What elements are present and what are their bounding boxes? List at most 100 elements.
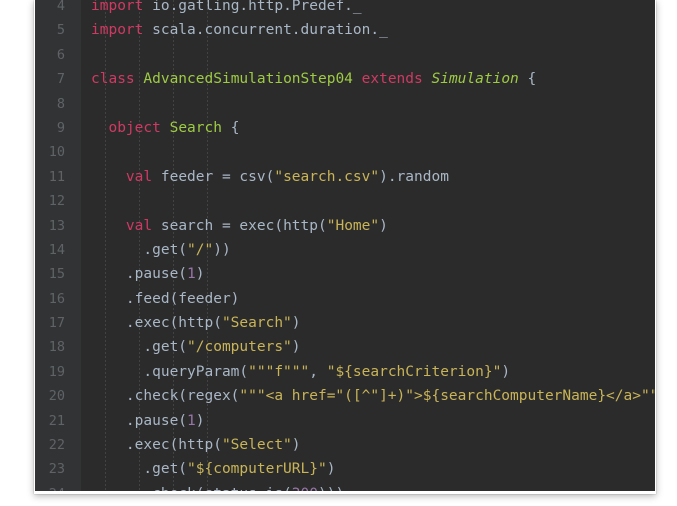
- code-line-text[interactable]: .pause(1): [91, 262, 205, 286]
- code-token-str: """<a href="([^"]+)">${searchComputerNam…: [239, 388, 655, 405]
- line-number[interactable]: 18: [35, 335, 73, 360]
- code-token-num: 1: [187, 266, 196, 283]
- code-token-pln: feeder = csv(: [152, 168, 275, 185]
- code-line[interactable]: 24 .check(status.is(200))): [35, 481, 655, 491]
- code-line[interactable]: 13 val search = exec(http("Home"): [35, 213, 655, 238]
- code-token-k: extends: [361, 71, 423, 88]
- code-line-text[interactable]: .exec(http("Search"): [91, 311, 301, 335]
- code-token-pln: .get(: [91, 339, 188, 356]
- line-number[interactable]: 15: [35, 262, 73, 287]
- line-number[interactable]: 16: [35, 286, 73, 312]
- code-line[interactable]: 20 .check(regex("""<a href="([^"]+)">${s…: [35, 384, 655, 409]
- code-line-text[interactable]: .check(status.is(200))): [91, 482, 344, 491]
- code-line[interactable]: 22 .exec(http("Select"): [35, 433, 655, 458]
- code-token-str: """f""": [248, 363, 310, 380]
- code-token-pln: )): [213, 241, 231, 258]
- code-line[interactable]: 14 .get("/")): [35, 237, 655, 263]
- code-line[interactable]: 11 val feeder = csv("search.csv").random: [35, 164, 655, 190]
- code-line-text[interactable]: .pause(1): [91, 409, 205, 433]
- code-token-k: val: [125, 168, 153, 185]
- code-token-str: "Search": [221, 315, 292, 332]
- code-lines-container: 4 import io.gatling.http.Predef._ 5 import …: [35, 0, 655, 491]
- code-token-k: import: [91, 22, 144, 39]
- code-token-k: class: [91, 71, 135, 88]
- line-number[interactable]: 14: [35, 237, 73, 263]
- code-token-num: 200: [292, 486, 318, 491]
- line-number[interactable]: 12: [35, 189, 73, 214]
- code-token-num: 1: [187, 412, 196, 429]
- line-number[interactable]: 11: [35, 164, 73, 190]
- code-line-text[interactable]: class AdvancedSimulationStep04 extends S…: [91, 67, 536, 91]
- code-line-text[interactable]: val search = exec(http("Home"): [91, 214, 388, 238]
- code-token-cls: Search: [169, 119, 222, 136]
- code-line-text[interactable]: import scala.concurrent.duration._: [91, 18, 388, 42]
- code-line[interactable]: 23 .get("${computerURL}"): [35, 457, 655, 482]
- code-token-pln: ): [379, 217, 388, 234]
- code-line-text[interactable]: val feeder = csv("search.csv").random: [91, 165, 449, 189]
- line-number[interactable]: 9: [35, 115, 73, 141]
- code-line[interactable]: 19 .queryParam("""f""", "${searchCriteri…: [35, 359, 655, 385]
- code-token-pln: ): [195, 266, 205, 283]
- code-token-pln: {: [221, 119, 240, 136]
- code-line-text[interactable]: .exec(http("Select"): [91, 433, 301, 457]
- line-number[interactable]: 6: [35, 42, 73, 68]
- line-number[interactable]: 17: [35, 311, 73, 336]
- code-token-pln: .pause(: [91, 412, 188, 429]
- code-token-pln: io.gatling.http.Predef._: [143, 0, 362, 14]
- code-line-text[interactable]: .feed(feeder): [91, 287, 240, 311]
- code-line[interactable]: 21 .pause(1): [35, 408, 655, 434]
- code-token-pln: ): [326, 461, 336, 478]
- code-token-pln: ): [501, 363, 511, 380]
- code-line[interactable]: 9 object Search {: [35, 115, 655, 141]
- code-line[interactable]: 17 .exec(http("Search"): [35, 311, 655, 336]
- code-token-str: "/": [187, 241, 214, 258]
- code-token-pln: ,: [309, 363, 327, 380]
- code-token-str: "search.csv": [274, 168, 380, 185]
- line-number[interactable]: 4: [35, 0, 73, 19]
- code-token-pln: ): [291, 315, 301, 332]
- code-line-text[interactable]: .get("/")): [91, 238, 231, 262]
- line-number[interactable]: 8: [35, 91, 73, 116]
- code-line[interactable]: 4 import io.gatling.http.Predef._: [35, 0, 655, 19]
- code-line-text[interactable]: object Search {: [91, 116, 239, 140]
- line-number[interactable]: 24: [35, 481, 73, 491]
- page-background: 4 import io.gatling.http.Predef._ 5 import …: [0, 0, 677, 506]
- code-token-pln: [353, 71, 362, 87]
- code-line[interactable]: 6: [35, 42, 655, 68]
- code-token-k: import: [91, 0, 144, 14]
- line-number[interactable]: 23: [35, 457, 73, 482]
- line-number[interactable]: 10: [35, 140, 73, 165]
- line-number[interactable]: 21: [35, 408, 73, 434]
- code-token-pln: .exec(http(: [91, 437, 222, 454]
- line-number[interactable]: 19: [35, 359, 73, 385]
- code-token-pln: .pause(: [91, 266, 188, 283]
- line-number[interactable]: 22: [35, 433, 73, 458]
- code-editor-panel[interactable]: 4 import io.gatling.http.Predef._ 5 import …: [35, 0, 655, 491]
- code-line[interactable]: 12: [35, 189, 655, 214]
- code-token-k: val: [125, 217, 153, 234]
- code-token-pln: ): [291, 339, 301, 356]
- line-number[interactable]: 13: [35, 213, 73, 238]
- code-token-pln: .exec(http(: [91, 315, 222, 332]
- line-number[interactable]: 5: [35, 18, 73, 43]
- code-line-text[interactable]: .get("/computers"): [91, 335, 301, 359]
- code-line[interactable]: 7 class AdvancedSimulationStep04 extends …: [35, 67, 655, 92]
- code-line-text[interactable]: import io.gatling.http.Predef._: [91, 0, 362, 18]
- code-line-text[interactable]: .queryParam("""f""", "${searchCriterion}…: [91, 360, 510, 384]
- code-token-pln: {: [518, 71, 537, 88]
- code-line[interactable]: 8: [35, 91, 655, 116]
- code-token-pln: [91, 218, 126, 234]
- code-token-pln: search = exec(http(: [152, 217, 327, 234]
- line-number[interactable]: 20: [35, 384, 73, 409]
- code-token-cls: AdvancedSimulationStep04: [143, 71, 353, 88]
- code-line[interactable]: 16 .feed(feeder): [35, 286, 655, 312]
- code-line-text[interactable]: .get("${computerURL}"): [91, 457, 335, 481]
- code-line[interactable]: 15 .pause(1): [35, 262, 655, 287]
- code-line-text[interactable]: .check(regex("""<a href="([^"]+)">${sear…: [91, 384, 655, 408]
- code-token-k: object: [108, 119, 161, 136]
- code-line[interactable]: 18 .get("/computers"): [35, 335, 655, 360]
- code-line[interactable]: 5 import scala.concurrent.duration._: [35, 18, 655, 43]
- code-token-pln: .queryParam(: [91, 363, 249, 380]
- line-number[interactable]: 7: [35, 67, 73, 92]
- code-line[interactable]: 10: [35, 140, 655, 165]
